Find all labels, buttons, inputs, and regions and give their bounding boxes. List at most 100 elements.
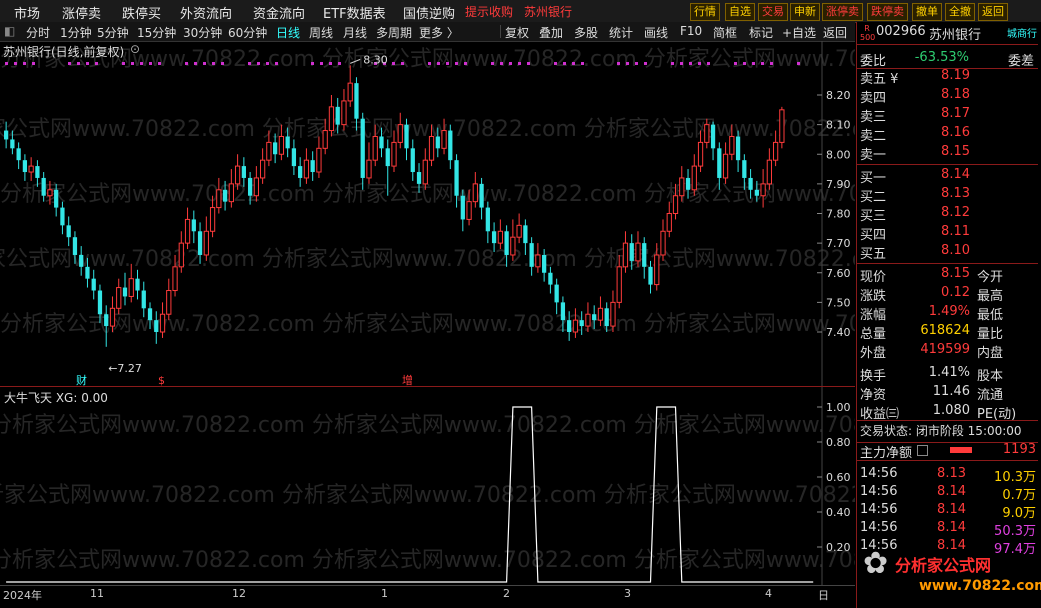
candle-body xyxy=(104,314,109,327)
tick-row: 14:56 8.14 0.7万 xyxy=(857,483,1038,503)
tool-multi-stock[interactable]: 多股 xyxy=(574,24,598,41)
candle-body xyxy=(128,278,134,297)
menu-market[interactable]: 市场 xyxy=(14,3,40,22)
tick-price: 8.14 xyxy=(937,502,966,517)
toolbar-quote[interactable]: 行情 xyxy=(690,3,720,21)
candle-body xyxy=(554,284,559,303)
bid-label: 买五 xyxy=(860,247,887,262)
menu-capital-flow[interactable]: 资金流向 xyxy=(253,3,305,22)
period-60m[interactable]: 60分钟 xyxy=(228,24,267,41)
weibi-row: 委比 -63.53% 委差 xyxy=(857,49,1038,69)
toolbar-trade[interactable]: 交易 xyxy=(758,3,788,21)
candle-body xyxy=(35,166,40,178)
stat-row: 总量 618624 量比 xyxy=(857,322,1038,342)
toolbar-limit-down-sell[interactable]: 跌停卖 xyxy=(867,3,908,21)
tool-draw[interactable]: 画线 xyxy=(644,24,668,41)
signal-dot xyxy=(338,62,341,65)
period-5m[interactable]: 5分钟 xyxy=(97,24,129,41)
menu-limit-up-sell[interactable]: 涨停卖 xyxy=(62,3,101,22)
period-timeshare[interactable]: 分时 xyxy=(26,24,50,41)
candle-body xyxy=(585,313,591,327)
industry-tag[interactable]: 城商行 xyxy=(1007,25,1037,40)
stat-row: 外盘 419599 内盘 xyxy=(857,341,1038,361)
signal-dot xyxy=(5,62,8,65)
tool-add-watch[interactable]: +自选 xyxy=(782,24,816,41)
toolbar-cancel-all[interactable]: 全撤 xyxy=(945,3,975,21)
candle-body xyxy=(567,320,572,332)
signal-dot xyxy=(563,62,566,65)
period-week[interactable]: 周线 xyxy=(309,24,333,41)
period-30m[interactable]: 30分钟 xyxy=(183,24,222,41)
candle-body xyxy=(629,243,634,261)
bid-label: 买三 xyxy=(860,209,887,224)
signal-dot xyxy=(743,62,746,65)
tool-adjust[interactable]: 复权 xyxy=(505,24,529,41)
menu-stock-name[interactable]: 苏州银行 xyxy=(524,3,572,20)
candle-body xyxy=(79,254,84,267)
low-price-label: ←7.27 xyxy=(108,362,142,375)
tool-stats[interactable]: 统计 xyxy=(609,24,633,41)
watermark-text: 分析家公式网www.70822.com 分析家公式网www.70822.com … xyxy=(0,117,855,142)
period-1m[interactable]: 1分钟 xyxy=(60,24,92,41)
menu-repo[interactable]: 国债逆购 xyxy=(403,3,455,22)
menu-foreign-flow[interactable]: 外资流向 xyxy=(180,3,232,22)
menu-limit-down-buy[interactable]: 跌停买 xyxy=(122,3,161,22)
candle-body xyxy=(510,236,516,256)
chart-title-dropdown-icon[interactable]: ⊙ xyxy=(130,42,140,56)
stat-right-label: 最低 xyxy=(977,308,1004,323)
candle-body xyxy=(109,307,116,327)
stat-right-label: 内盘 xyxy=(977,346,1004,361)
menu-notice[interactable]: 提示收购 xyxy=(465,3,513,20)
signal-dot xyxy=(329,62,332,65)
bid-level: 买四 8.11 xyxy=(857,223,1038,243)
flow-toggle-icon[interactable] xyxy=(917,445,928,456)
candle-body xyxy=(491,231,497,244)
indicator-tick-label: 0.80 xyxy=(826,436,851,449)
time-axis: 2024年 11 12 1 2 3 4 日 xyxy=(0,585,855,605)
toolbar-limit-up-sell[interactable]: 涨停卖 xyxy=(822,3,863,21)
tool-return[interactable]: 返回 xyxy=(823,24,847,41)
period-15m[interactable]: 15分钟 xyxy=(137,24,176,41)
tool-mark[interactable]: 标记 xyxy=(749,24,773,41)
signal-dot xyxy=(509,62,512,65)
stat-value: 419599 xyxy=(920,342,970,357)
candle-body xyxy=(428,135,435,161)
toolbar-ipo[interactable]: 申新 xyxy=(790,3,820,21)
tick-time: 14:56 xyxy=(860,502,898,517)
candle-body xyxy=(172,266,178,292)
period-day[interactable]: 日线 xyxy=(276,24,300,41)
tool-f10[interactable]: F10 xyxy=(680,24,702,38)
kline-chart[interactable]: 分析家公式网www.70822.com 分析家公式网www.70822.com … xyxy=(0,41,959,405)
tick-price: 8.13 xyxy=(937,466,966,481)
candle-body xyxy=(760,183,766,197)
panel-toggle-icon[interactable]: ◧ xyxy=(4,24,15,38)
period-more[interactable]: 更多 〉 xyxy=(419,24,459,41)
price-tick-label: 7.60 xyxy=(826,267,851,280)
time-label: 4 xyxy=(765,587,772,600)
toolbar-back[interactable]: 返回 xyxy=(978,3,1008,21)
candle-body xyxy=(560,302,566,321)
toolbar-cancel[interactable]: 撤单 xyxy=(912,3,942,21)
period-multi[interactable]: 多周期 xyxy=(376,24,412,41)
bid-level: 买二 8.13 xyxy=(857,185,1038,205)
candle-body xyxy=(298,166,303,178)
tool-overlay[interactable]: 叠加 xyxy=(539,24,563,41)
candle-body xyxy=(672,195,679,215)
stock-name: 苏州银行 xyxy=(929,28,982,43)
ask-level: 卖四 8.18 xyxy=(857,86,1038,106)
toolbar-watchlist[interactable]: 自选 xyxy=(725,3,755,21)
candle-body xyxy=(697,141,704,167)
candle-body xyxy=(4,130,9,140)
menu-etf-table[interactable]: ETF数据表 xyxy=(323,3,386,22)
candle-body xyxy=(191,219,196,232)
tool-simple-frame[interactable]: 简框 xyxy=(713,24,737,41)
candle-body xyxy=(660,230,666,256)
period-month[interactable]: 月线 xyxy=(343,24,367,41)
candle-body xyxy=(691,165,697,191)
indicator-chart[interactable]: 分析家公式网www.70822.com 分析家公式网www.70822.com … xyxy=(0,387,949,585)
time-label: 11 xyxy=(90,587,104,600)
signal-dot xyxy=(194,62,197,65)
signal-dot xyxy=(734,62,737,65)
candle-body xyxy=(504,231,509,255)
candle-body xyxy=(372,135,378,161)
